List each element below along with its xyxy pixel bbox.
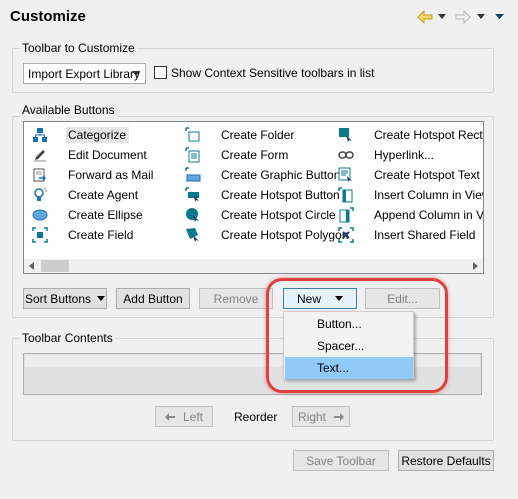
reorder-label: Reorder xyxy=(234,410,278,424)
scroll-right-icon[interactable] xyxy=(473,262,478,270)
hotspot-rectangle-icon xyxy=(338,127,354,143)
list-item-label: Create Form xyxy=(221,147,289,162)
context-sensitive-label: Show Context Sensitive toolbars in list xyxy=(171,66,375,80)
list-item[interactable]: Create Form xyxy=(185,145,291,164)
menu-icon[interactable] xyxy=(495,9,504,25)
available-buttons-list[interactable]: Categorize Edit Document Forward as Mail… xyxy=(23,121,484,274)
toolbar-contents-label: Toolbar Contents xyxy=(20,331,115,345)
move-left-label: Left xyxy=(182,409,203,424)
field-icon xyxy=(32,226,48,243)
list-item-label: Hyperlink... xyxy=(374,147,435,162)
restore-defaults-button[interactable]: Restore Defaults xyxy=(398,450,494,471)
list-item[interactable]: Create Hotspot Text Po xyxy=(338,165,483,184)
back-arrow-icon[interactable] xyxy=(417,9,433,25)
scrollbar-thumb[interactable] xyxy=(41,260,69,272)
hyperlink-icon xyxy=(338,147,354,163)
list-item-label: Edit Document xyxy=(68,147,147,162)
list-item[interactable]: Create Hotspot Button xyxy=(185,185,343,204)
list-item-label: Categorize xyxy=(66,126,130,143)
menu-item-spacer[interactable]: Spacer... xyxy=(285,335,413,357)
scroll-left-icon[interactable] xyxy=(29,262,34,270)
shared-field-icon xyxy=(338,226,354,243)
list-item-label: Create Graphic Button xyxy=(221,167,341,182)
add-button[interactable]: Add Button xyxy=(116,288,190,309)
list-item-label: Create Hotspot Rectang xyxy=(374,127,483,142)
list-item[interactable]: Create Folder xyxy=(185,125,297,144)
move-right-label: Right xyxy=(297,409,326,424)
forward-dropdown-icon[interactable] xyxy=(477,9,485,25)
arrow-right-icon xyxy=(334,410,344,424)
categorize-icon xyxy=(32,127,48,143)
dialog-title: Customize xyxy=(10,8,86,25)
forward-mail-icon xyxy=(32,167,48,183)
remove-button[interactable]: Remove xyxy=(199,288,273,309)
agent-icon xyxy=(32,187,48,203)
list-item[interactable]: Create Hotspot Polygon xyxy=(185,225,351,244)
sort-buttons-button[interactable]: Sort Buttons xyxy=(23,288,107,309)
list-item-label: Create Ellipse xyxy=(68,207,143,222)
toolbar-to-customize-label: Toolbar to Customize xyxy=(20,41,137,55)
chevron-down-icon xyxy=(97,296,106,301)
menu-item-label: Button... xyxy=(317,317,362,331)
toolbar-select-value: Import Export Library xyxy=(28,66,141,81)
list-item-label: Create Hotspot Text Po xyxy=(374,167,483,182)
list-item[interactable]: Insert Column in View xyxy=(338,185,484,204)
list-item[interactable]: Create Field xyxy=(32,225,136,244)
form-icon xyxy=(185,146,201,163)
hotspot-polygon-icon xyxy=(185,227,201,243)
hotspot-text-icon xyxy=(338,167,354,183)
folder-icon xyxy=(185,126,201,143)
list-item-label: Insert Column in View xyxy=(374,187,484,202)
list-item-label: Create Folder xyxy=(221,127,295,142)
list-item[interactable]: Hyperlink... xyxy=(338,145,437,164)
list-item-label: Insert Shared Field xyxy=(374,227,476,242)
sort-buttons-label: Sort Buttons xyxy=(24,291,92,306)
context-sensitive-checkbox[interactable] xyxy=(154,66,167,79)
list-item-label: Create Hotspot Button xyxy=(221,187,340,202)
toolbar-select[interactable]: Import Export Library xyxy=(23,63,146,84)
list-item[interactable]: Edit Document xyxy=(32,145,150,164)
list-item[interactable]: Create Hotspot Rectang xyxy=(338,125,483,144)
list-item-label: Create Hotspot Polygon xyxy=(221,227,349,242)
ellipse-icon xyxy=(32,207,48,223)
forward-arrow-icon xyxy=(455,9,471,25)
list-item-label: Create Hotspot Circle xyxy=(221,207,336,222)
menu-item-text[interactable]: Text... xyxy=(285,357,413,379)
hotspot-circle-icon xyxy=(185,207,201,223)
hotspot-button-icon xyxy=(185,186,201,203)
edit-document-icon xyxy=(32,147,48,163)
save-toolbar-button[interactable]: Save Toolbar xyxy=(293,450,389,471)
list-item[interactable]: Create Agent xyxy=(32,185,141,204)
list-item[interactable]: Create Hotspot Circle xyxy=(185,205,339,224)
available-buttons-label: Available Buttons xyxy=(20,103,117,117)
insert-column-icon xyxy=(338,186,354,203)
list-item-label: Append Column in View xyxy=(374,207,484,222)
list-item[interactable]: Categorize xyxy=(32,125,130,144)
list-item-label: Create Field xyxy=(68,227,134,242)
save-toolbar-label: Save Toolbar xyxy=(306,453,376,468)
menu-item-label: Spacer... xyxy=(317,339,365,353)
horizontal-scrollbar[interactable] xyxy=(24,259,483,273)
back-dropdown-icon[interactable] xyxy=(438,9,446,25)
graphic-button-icon xyxy=(185,166,201,183)
new-dropdown-menu: Button... Spacer... Text... xyxy=(283,311,414,379)
menu-item-button[interactable]: Button... xyxy=(285,313,413,335)
list-item-label: Forward as Mail xyxy=(68,167,154,182)
list-item-label: Create Agent xyxy=(68,187,139,202)
add-button-label: Add Button xyxy=(123,291,183,306)
list-item[interactable]: Create Ellipse xyxy=(32,205,146,224)
list-item[interactable]: Insert Shared Field xyxy=(338,225,478,244)
move-right-button[interactable]: Right xyxy=(292,406,350,427)
list-item[interactable]: Create Graphic Button xyxy=(185,165,343,184)
arrow-left-icon xyxy=(164,410,175,424)
list-item[interactable]: Forward as Mail xyxy=(32,165,156,184)
chevron-down-icon xyxy=(132,71,140,76)
remove-button-label: Remove xyxy=(213,291,259,306)
restore-defaults-label: Restore Defaults xyxy=(401,453,491,468)
menu-item-label: Text... xyxy=(317,361,350,375)
list-item[interactable]: Append Column in View xyxy=(338,205,484,224)
append-column-icon xyxy=(338,206,354,223)
move-left-button[interactable]: Left xyxy=(155,406,213,427)
